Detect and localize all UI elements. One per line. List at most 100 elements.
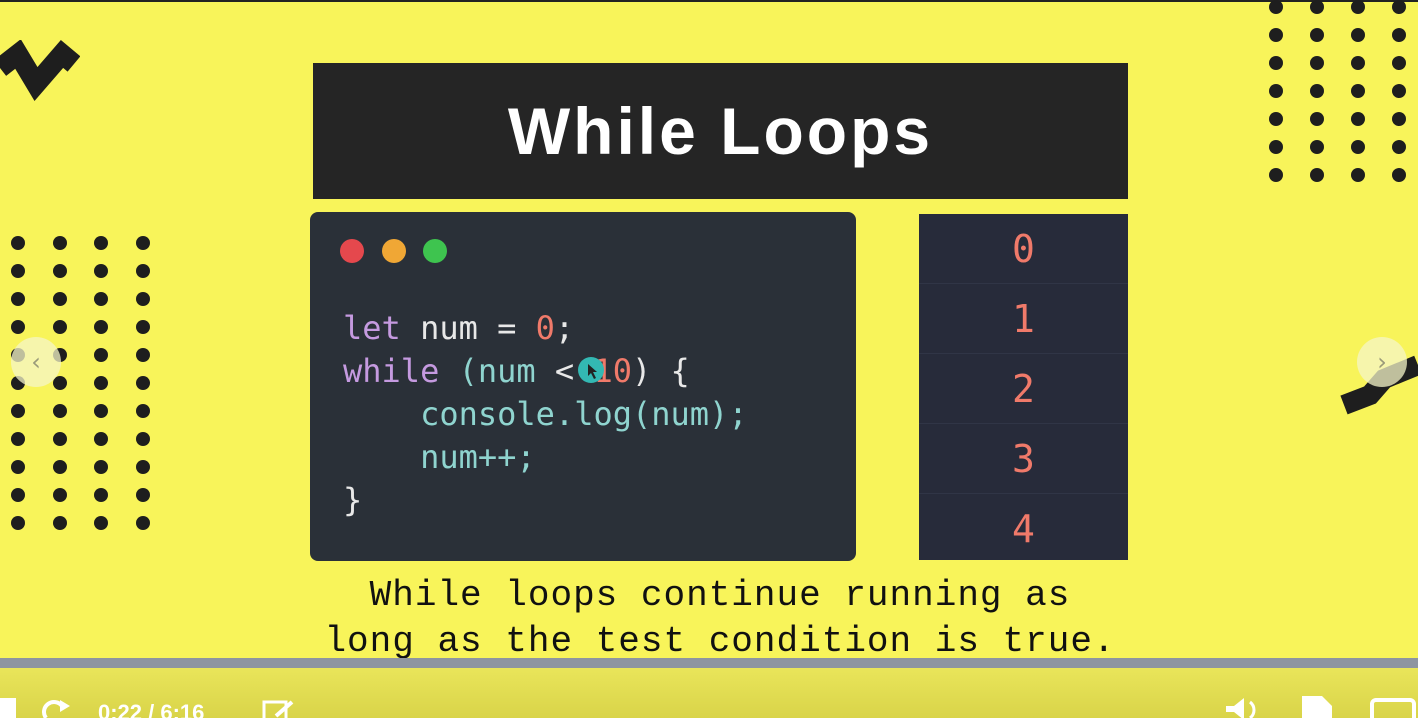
dot — [94, 320, 108, 334]
dot — [135, 320, 150, 334]
transcript-icon[interactable] — [1300, 696, 1338, 718]
dot — [1351, 84, 1365, 98]
chevron-right-icon: › — [1377, 348, 1387, 376]
dot — [52, 264, 67, 278]
dot — [1310, 28, 1324, 42]
dot — [52, 320, 67, 334]
dot — [1392, 112, 1406, 126]
dot — [1351, 140, 1365, 154]
dot — [52, 236, 67, 250]
dot — [1392, 28, 1406, 42]
dot — [94, 348, 108, 362]
playback-time: 0:22 / 6:16 — [98, 700, 205, 718]
title-banner: While Loops — [313, 63, 1128, 199]
output-line: 2 — [919, 354, 1128, 424]
dot — [52, 460, 67, 474]
code-token: = — [497, 309, 517, 347]
player-controls: 0:22 / 6:16 — [0, 668, 1418, 718]
output-panel: 0 1 2 3 4 — [919, 214, 1128, 560]
dot — [135, 460, 150, 474]
previous-slide-button[interactable]: ‹ — [11, 337, 61, 387]
code-token: ) — [631, 352, 652, 390]
slide-caption: While loops continue running as long as … — [260, 573, 1180, 665]
dot — [1392, 56, 1406, 70]
dot — [1269, 84, 1283, 98]
dot — [52, 432, 67, 446]
code-token: let — [343, 309, 401, 347]
volume-icon[interactable] — [1226, 698, 1266, 718]
next-slide-button[interactable]: › — [1357, 337, 1407, 387]
dot — [94, 376, 108, 390]
dot — [94, 236, 108, 250]
dot — [135, 292, 150, 306]
code-token: while — [343, 352, 440, 390]
dot — [135, 516, 150, 530]
captions-icon[interactable] — [1370, 698, 1418, 718]
dot — [52, 292, 67, 306]
dot — [1269, 56, 1283, 70]
dot — [94, 432, 108, 446]
dot — [135, 348, 150, 362]
dot — [11, 488, 25, 502]
dot — [1392, 84, 1406, 98]
dot — [1310, 168, 1324, 182]
code-token: ; — [554, 309, 575, 347]
dot — [1310, 140, 1324, 154]
dot — [94, 404, 108, 418]
minimize-dot-icon — [382, 239, 406, 263]
chevron-left-icon: ‹ — [31, 348, 41, 376]
dot — [94, 460, 108, 474]
code-token: num — [420, 309, 478, 347]
code-token: (num — [458, 352, 536, 390]
dot — [1351, 0, 1365, 14]
code-token: 0 — [535, 309, 555, 347]
dot — [1310, 112, 1324, 126]
dot — [1351, 112, 1365, 126]
dot — [135, 376, 150, 390]
dot — [11, 460, 25, 474]
dot — [1392, 140, 1406, 154]
dot — [52, 516, 67, 530]
dot — [94, 488, 108, 502]
dot — [1392, 0, 1406, 14]
dot — [11, 236, 25, 250]
play-pause-icon[interactable] — [0, 698, 16, 718]
dot — [1269, 0, 1283, 14]
video-progress-bar[interactable] — [0, 658, 1418, 668]
replay-icon[interactable] — [40, 696, 74, 718]
code-token: { — [670, 352, 690, 390]
dot — [135, 432, 150, 446]
slide-title: While Loops — [507, 94, 934, 168]
zigzag-decoration — [0, 40, 80, 101]
dot — [94, 292, 108, 306]
mouse-cursor-icon — [588, 364, 597, 379]
dot — [11, 292, 25, 306]
caption-line: While loops continue running as — [369, 575, 1071, 616]
output-line: 0 — [919, 214, 1128, 284]
output-line: 4 — [1012, 506, 1035, 551]
dot — [52, 404, 67, 418]
top-border — [0, 0, 1418, 2]
dot — [135, 488, 150, 502]
dot — [135, 264, 150, 278]
dot — [11, 320, 25, 334]
dot — [11, 432, 25, 446]
dot — [94, 264, 108, 278]
output-line: 1 — [919, 284, 1128, 354]
code-token: < — [554, 352, 575, 390]
dot — [135, 404, 150, 418]
code-token: num++; — [420, 438, 536, 476]
code-block: let num = 0; while (num < 10) { console.… — [343, 307, 748, 522]
dot — [11, 264, 25, 278]
dot — [1392, 168, 1406, 182]
dot — [1351, 28, 1365, 42]
dot — [135, 236, 150, 250]
dot — [11, 516, 25, 530]
dot — [52, 488, 67, 502]
maximize-dot-icon — [423, 239, 447, 263]
dot — [1351, 56, 1365, 70]
notes-icon[interactable] — [262, 700, 296, 718]
dot — [1310, 0, 1324, 14]
dot — [1269, 112, 1283, 126]
dot — [1269, 140, 1283, 154]
